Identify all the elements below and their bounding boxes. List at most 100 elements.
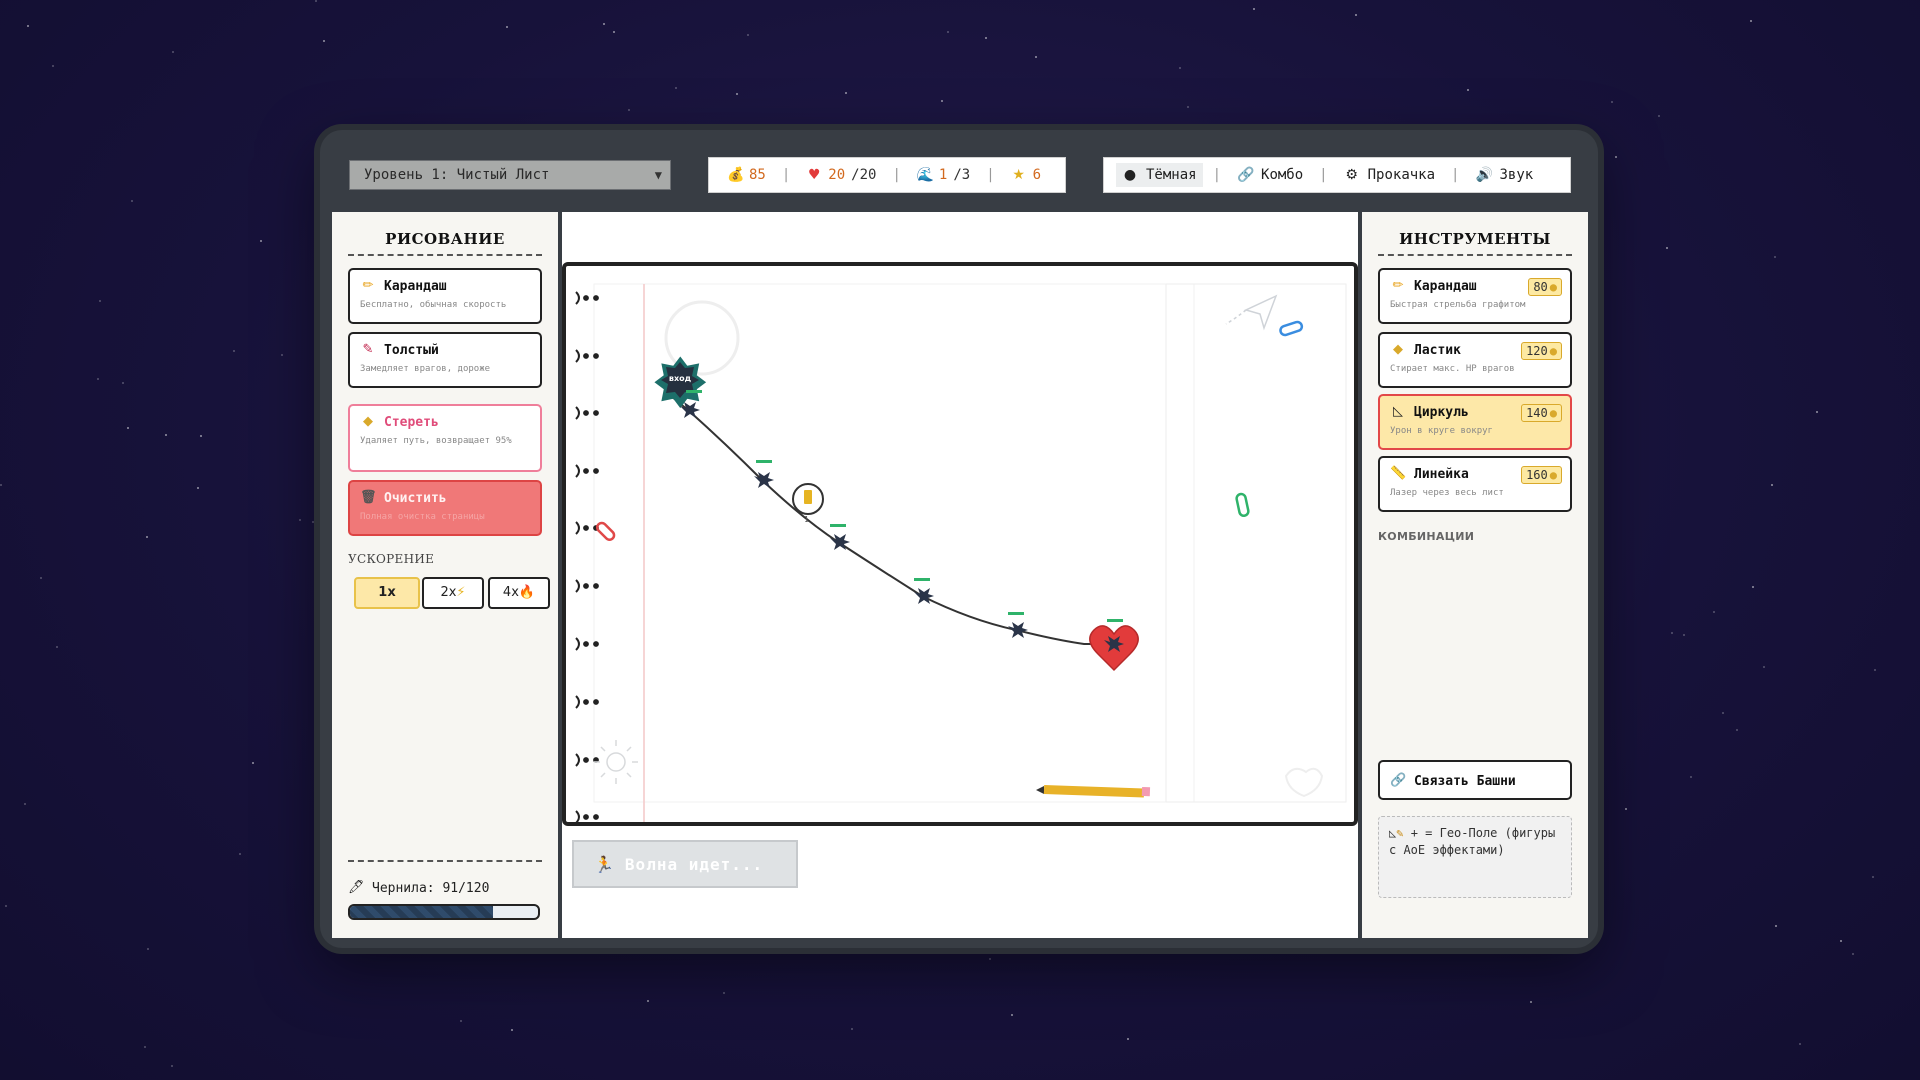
tower-desc: Быстрая стрельба графитом [1390, 300, 1526, 310]
price-value: 120 [1526, 344, 1548, 358]
star-dot [27, 25, 29, 27]
coin-bag-icon: ● [1549, 344, 1557, 358]
paperclip-green-icon [1235, 492, 1250, 518]
erase-button[interactable]: ◆ Стереть Удаляет путь, возвращает 95% [348, 404, 542, 472]
star-dot [1736, 729, 1738, 731]
star-dot [1530, 1001, 1532, 1003]
wave-max: /3 [953, 167, 971, 183]
star-dot [1763, 666, 1765, 668]
star-dot [1615, 156, 1617, 158]
menu-divider: | [1451, 167, 1460, 183]
pen-icon: 🖊 [348, 880, 365, 895]
upgrade-button[interactable]: ⚙ Прокачка [1338, 163, 1441, 187]
tower-label: Карандаш [1414, 278, 1477, 294]
paperclip-red-icon [596, 521, 616, 541]
menu-bar: ● Тёмная | 🔗 Комбо | ⚙ Прокачка | 🔊 Звук [1103, 157, 1571, 193]
combo-info-box: ◺✎ + = Гео-Поле (фигуры с AoE эффектами) [1378, 816, 1572, 898]
paper-plane-doodle [1225, 294, 1278, 331]
star-dot [24, 803, 26, 805]
ruler-icon: ✎ [1396, 826, 1404, 840]
heart-base-icon [1089, 619, 1139, 672]
tower-label: Линейка [1414, 466, 1469, 482]
wave-icon: 🌊 [916, 167, 935, 183]
star-dot [1355, 14, 1357, 16]
link-towers-button[interactable]: 🔗 Связать Башни [1378, 760, 1572, 800]
enemy-path [665, 391, 1115, 645]
coin-bag-icon: ● [1549, 406, 1557, 420]
menu-divider: | [1212, 167, 1222, 183]
wave-status-button[interactable]: 🏃 Волна идет... [572, 840, 798, 888]
clear-button[interactable]: 🗑 Очистить Полная очистка страницы [348, 480, 542, 536]
star-dot [1671, 632, 1673, 634]
speed-4x-button[interactable]: 4x🔥 [488, 577, 550, 609]
star-dot [260, 240, 262, 242]
notebook-board[interactable]: вход 1 [562, 262, 1358, 826]
star-dot [1625, 808, 1627, 810]
combo-button[interactable]: 🔗 Комбо [1231, 163, 1309, 187]
enemy-unit [830, 524, 850, 550]
pencil-icon: ✏ [362, 278, 374, 293]
menu-divider: | [1319, 167, 1328, 183]
star-dot [1771, 484, 1773, 486]
coin-bag-icon: ● [1549, 468, 1557, 482]
theme-button[interactable]: ● Тёмная [1116, 163, 1203, 187]
eraser-icon: ◆ [363, 414, 373, 429]
ink-text: Чернила: 91/120 [372, 880, 490, 896]
speed-4x-label: 4x [502, 585, 519, 600]
level-select[interactable]: Уровень 1: Чистый Лист ▼ [349, 160, 671, 190]
star-dot [1722, 712, 1724, 714]
ink-progress-fill [350, 906, 493, 918]
tools-panel-title: ИНСТРУМЕНТЫ [1399, 230, 1551, 248]
star-dot [1775, 925, 1777, 927]
sound-button[interactable]: 🔊 Звук [1469, 163, 1539, 187]
speaker-icon: 🔊 [1475, 167, 1493, 183]
coin-bag-icon: ● [1549, 280, 1557, 294]
runner-icon: 🏃 [594, 854, 615, 874]
star-dot [97, 378, 99, 380]
star-dot [506, 26, 508, 28]
drawing-panel-title: РИСОВАНИЕ [385, 230, 505, 248]
star-dot [723, 992, 725, 994]
tower-pencil-name: ✏ Карандаш [1390, 278, 1477, 294]
tower-pencil-button[interactable]: ✏ Карандаш 80 ● Быстрая стрельба графитом [1378, 268, 1572, 324]
gear-icon: ⚙ [1345, 167, 1358, 183]
speed-2x-button[interactable]: 2x⚡ [422, 577, 484, 609]
star-dot [172, 51, 174, 53]
speed-1x-label: 1x [378, 585, 396, 600]
star-dot [1752, 586, 1754, 588]
marker-icon: ✎ [362, 342, 374, 357]
star-dot [1713, 611, 1715, 613]
coins-value: 85 [749, 167, 766, 183]
tower-eraser-button[interactable]: ◆ Ластик 120 ● Стирает макс. HP врагов [1378, 332, 1572, 388]
star-dot [1611, 101, 1613, 103]
tower-compass-button[interactable]: ◺ Циркуль 140 ● Урон в круге вокруг [1378, 394, 1572, 450]
sound-label: Звук [1499, 167, 1534, 183]
divider [348, 860, 542, 862]
price-badge: 140 ● [1521, 404, 1562, 422]
tools-panel: ИНСТРУМЕНТЫ ✏ Карандаш 80 ● Быстрая стрель… [1362, 212, 1588, 938]
tower-label: Ластик [1414, 342, 1461, 358]
star-dot [281, 354, 283, 356]
heart-doodle [1284, 767, 1324, 798]
spiral-binding [575, 291, 599, 822]
divider [348, 254, 542, 256]
star-dot [511, 1029, 513, 1031]
star-dot [323, 40, 325, 42]
speed-1x-button[interactable]: 1x [354, 577, 420, 609]
star-dot [52, 65, 54, 67]
star-dot [233, 350, 235, 352]
link-icon: 🔗 [1390, 773, 1407, 788]
drawing-panel: РИСОВАНИЕ ✏ Карандаш Бесплатно, обычная с… [332, 212, 558, 938]
price-value: 140 [1526, 406, 1548, 420]
wave-status-label: Волна идет... [624, 854, 764, 874]
star-dot [200, 435, 202, 437]
star-dot [603, 23, 605, 25]
draw-thick-button[interactable]: ✎ Толстый Замедляет врагов, дороже [348, 332, 542, 388]
draw-pencil-button[interactable]: ✏ Карандаш Бесплатно, обычная скорость [348, 268, 542, 324]
tower-ruler-button[interactable]: 📏 Линейка 160 ● Лазер через весь лист [1378, 456, 1572, 512]
star-dot [146, 536, 148, 538]
link-towers-name: 🔗 Связать Башни [1390, 773, 1516, 789]
trash-icon: 🗑 [360, 490, 377, 505]
paperclip-blue-icon [1279, 320, 1304, 337]
stars-value: 6 [1032, 167, 1042, 183]
